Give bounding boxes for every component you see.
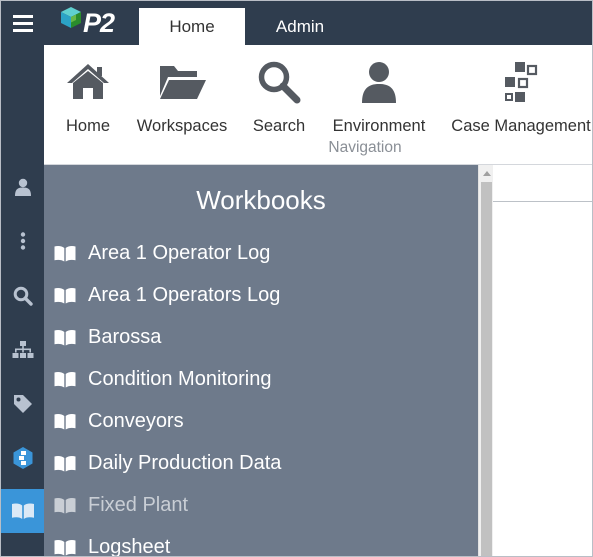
tab-home-label: Home	[169, 16, 215, 36]
content-header	[493, 165, 592, 202]
tag-icon	[13, 395, 32, 413]
ribbon-workspaces-label: Workspaces	[136, 117, 228, 135]
ribbon-home-label: Home	[65, 117, 110, 135]
list-item[interactable]: Conveyors	[44, 400, 478, 442]
scroll-thumb[interactable]	[481, 182, 492, 556]
ribbon-group-label: Navigation	[328, 139, 402, 156]
hamburger-icon	[12, 14, 33, 32]
sidebar-item-search[interactable]	[1, 274, 44, 318]
sidebar-item-user[interactable]	[1, 165, 44, 209]
tab-admin-label: Admin	[275, 16, 325, 36]
panel-scrollbar[interactable]	[478, 165, 494, 556]
book-icon	[54, 244, 76, 262]
user-icon	[362, 62, 396, 103]
app-window: P2 Home Admin Home Workspaces Search Env…	[0, 0, 593, 557]
case-flow-icon	[505, 62, 538, 102]
hamburger-menu-button[interactable]	[1, 1, 44, 45]
list-item[interactable]: Area 1 Operators Log	[44, 274, 478, 316]
scroll-up-button[interactable]	[479, 165, 494, 181]
folder-open-icon	[160, 66, 206, 99]
list-item[interactable]: Barossa	[44, 316, 478, 358]
ribbon-toolbar: Home Workspaces Search Environment Case …	[44, 45, 592, 165]
caret-up-icon	[482, 170, 491, 176]
hierarchy-icon	[12, 341, 33, 358]
sidebar-item-workbooks[interactable]	[1, 489, 44, 533]
sidebar-item-tags[interactable]	[1, 382, 44, 426]
workbook-name: Logsheet	[88, 535, 171, 557]
book-icon	[54, 496, 76, 514]
workbook-name: Condition Monitoring	[88, 367, 272, 390]
book-icon	[54, 286, 76, 304]
top-bar: P2 Home Admin	[1, 1, 592, 45]
p2-logo[interactable]: P2	[57, 4, 121, 40]
list-item[interactable]: Condition Monitoring	[44, 358, 478, 400]
tab-home[interactable]: Home	[139, 8, 245, 45]
list-item[interactable]: Fixed Plant	[44, 484, 478, 526]
ribbon-case-management-label: Case Management	[451, 117, 591, 135]
panel-title: Workbooks	[196, 185, 326, 215]
house-icon	[67, 64, 109, 99]
logo-text: P2	[83, 8, 115, 38]
book-icon	[54, 454, 76, 472]
magnifier-icon	[258, 61, 301, 104]
vertical-ellipsis-icon	[20, 232, 25, 250]
book-icon	[54, 328, 76, 346]
ribbon-environment-label: Environment	[332, 117, 426, 135]
hex-case-icon	[13, 447, 32, 469]
workbook-list: Area 1 Operator Log Area 1 Operators Log…	[44, 232, 478, 557]
ribbon-search-label: Search	[252, 117, 306, 135]
sidebar-item-hierarchy[interactable]	[1, 328, 44, 372]
list-item[interactable]: Logsheet	[44, 526, 478, 557]
user-icon	[14, 178, 31, 196]
book-icon	[54, 412, 76, 430]
workbook-name: Daily Production Data	[88, 451, 282, 474]
workbook-name: Conveyors	[88, 409, 184, 432]
main-content	[493, 202, 592, 556]
workbook-name: Fixed Plant	[88, 493, 189, 516]
search-icon	[13, 286, 33, 306]
sidebar-item-cases[interactable]	[1, 436, 44, 480]
book-icon	[54, 538, 76, 556]
left-sidebar	[1, 45, 44, 556]
sidebar-item-more[interactable]	[1, 219, 44, 263]
book-icon	[54, 370, 76, 388]
book-open-icon	[11, 503, 34, 519]
list-item[interactable]: Area 1 Operator Log	[44, 232, 478, 274]
tab-admin[interactable]: Admin	[247, 8, 353, 45]
workbook-name: Area 1 Operator Log	[88, 241, 271, 264]
workbooks-panel: Workbooks Area 1 Operator Log Area 1 Ope…	[44, 165, 478, 557]
list-item[interactable]: Daily Production Data	[44, 442, 478, 484]
workbook-name: Area 1 Operators Log	[88, 283, 281, 306]
workbook-name: Barossa	[88, 325, 162, 348]
